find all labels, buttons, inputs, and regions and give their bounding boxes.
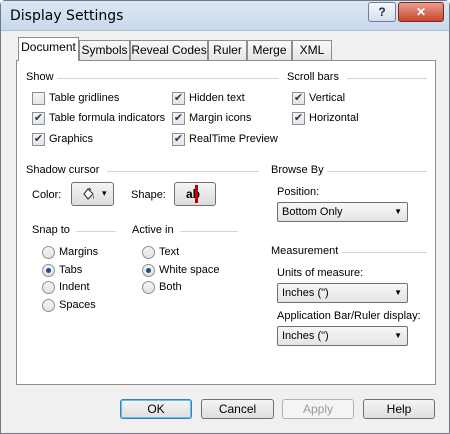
paint-bucket-icon: [83, 187, 94, 200]
units-of-measure-select[interactable]: Inches (") ▼: [277, 283, 408, 303]
show-group-heading: Show: [26, 71, 54, 83]
snap-spaces-radio[interactable]: [42, 299, 55, 312]
close-button[interactable]: ✕: [398, 2, 444, 22]
table-formula-indicators-label: Table formula indicators: [49, 112, 166, 124]
browse-by-group-heading: Browse By: [271, 164, 324, 176]
browse-position-value: Bottom Only: [282, 206, 343, 218]
checkmark-icon: ✔: [173, 112, 184, 124]
margin-icons-checkbox[interactable]: ✔: [172, 112, 185, 125]
snap-margins-radio[interactable]: [42, 246, 55, 259]
snap-spaces-label: Spaces: [59, 299, 96, 311]
ok-button[interactable]: OK: [120, 399, 192, 419]
units-of-measure-value: Inches ("): [282, 287, 329, 299]
margin-icons-label: Margin icons: [189, 112, 252, 124]
scroll-bars-divider: [347, 78, 427, 79]
measurement-divider: [342, 252, 427, 253]
tab-document[interactable]: Document: [18, 37, 79, 61]
active-text-label: Text: [159, 246, 180, 258]
horizontal-scrollbar-checkbox[interactable]: ✔: [292, 112, 305, 125]
units-of-measure-label: Units of measure:: [277, 267, 364, 279]
document-tab-panel: Show Table gridlines ✔ Table formula ind…: [16, 60, 436, 385]
browse-by-divider: [327, 171, 427, 172]
shadow-cursor-group-heading: Shadow cursor: [26, 164, 100, 176]
chevron-down-icon: ▾: [102, 188, 107, 198]
graphics-label: Graphics: [49, 133, 94, 145]
combo-arrow-icon: ▼: [394, 288, 402, 297]
display-settings-dialog: Display Settings ? ✕ Document Symbols Re…: [0, 0, 450, 434]
realtime-preview-checkbox[interactable]: ✔: [172, 133, 185, 146]
cursor-shape-icon: [195, 185, 198, 203]
combo-arrow-icon: ▼: [394, 331, 402, 340]
active-in-divider: [180, 231, 238, 232]
shape-label: Shape:: [131, 189, 166, 201]
checkmark-icon: ✔: [33, 112, 44, 124]
checkmark-icon: ✔: [293, 112, 304, 124]
scroll-bars-group-heading: Scroll bars: [287, 71, 339, 83]
tab-merge[interactable]: Merge: [247, 40, 292, 60]
checkmark-icon: ✔: [33, 133, 44, 145]
active-in-group-heading: Active in: [132, 224, 174, 236]
table-gridlines-label: Table gridlines: [49, 92, 120, 104]
cancel-button[interactable]: Cancel: [201, 399, 274, 419]
snap-to-group-heading: Snap to: [32, 224, 70, 236]
tab-reveal-codes[interactable]: Reveal Codes: [130, 40, 208, 60]
vertical-scrollbar-label: Vertical: [309, 92, 346, 104]
snap-indent-radio[interactable]: [42, 281, 55, 294]
position-label: Position:: [277, 186, 320, 198]
close-icon: ✕: [415, 5, 427, 19]
active-both-radio[interactable]: [142, 281, 155, 294]
appbar-ruler-display-select[interactable]: Inches (") ▼: [277, 326, 408, 346]
help-button[interactable]: Help: [363, 399, 435, 419]
shadow-cursor-divider: [107, 171, 259, 172]
window-title: Display Settings: [10, 8, 124, 24]
color-label: Color:: [32, 189, 62, 201]
graphics-checkbox[interactable]: ✔: [32, 133, 45, 146]
show-divider: [57, 78, 279, 79]
tab-symbols[interactable]: Symbols: [79, 40, 130, 60]
active-text-radio[interactable]: [142, 246, 155, 259]
table-formula-indicators-checkbox[interactable]: ✔: [32, 112, 45, 125]
checkmark-icon: ✔: [293, 92, 304, 104]
shadow-cursor-color-button[interactable]: ▾: [71, 182, 114, 206]
combo-arrow-icon: ▼: [394, 207, 402, 216]
appbar-ruler-display-value: Inches ("): [282, 330, 329, 342]
hidden-text-label: Hidden text: [189, 92, 245, 104]
tab-xml[interactable]: XML: [292, 40, 332, 60]
active-white-space-radio[interactable]: [142, 264, 155, 277]
tab-ruler[interactable]: Ruler: [208, 40, 247, 60]
vertical-scrollbar-checkbox[interactable]: ✔: [292, 92, 305, 105]
snap-to-divider: [76, 231, 116, 232]
appbar-ruler-display-label: Application Bar/Ruler display:: [277, 310, 421, 322]
active-both-label: Both: [159, 281, 182, 293]
snap-indent-label: Indent: [59, 281, 90, 293]
horizontal-scrollbar-label: Horizontal: [309, 112, 359, 124]
checkmark-icon: ✔: [173, 92, 184, 104]
table-gridlines-checkbox[interactable]: [32, 92, 45, 105]
title-bar: Display Settings ? ✕: [1, 1, 449, 31]
title-help-button[interactable]: ?: [368, 2, 396, 22]
active-white-space-label: White space: [159, 264, 220, 276]
snap-tabs-radio[interactable]: [42, 264, 55, 277]
hidden-text-checkbox[interactable]: ✔: [172, 92, 185, 105]
measurement-group-heading: Measurement: [271, 245, 339, 257]
checkmark-icon: ✔: [173, 133, 184, 145]
apply-button[interactable]: Apply: [282, 399, 354, 419]
snap-tabs-label: Tabs: [59, 264, 83, 276]
browse-position-select[interactable]: Bottom Only ▼: [277, 202, 408, 222]
shadow-cursor-shape-button[interactable]: ab: [174, 182, 216, 206]
realtime-preview-label: RealTime Preview: [189, 133, 278, 145]
snap-margins-label: Margins: [59, 246, 99, 258]
